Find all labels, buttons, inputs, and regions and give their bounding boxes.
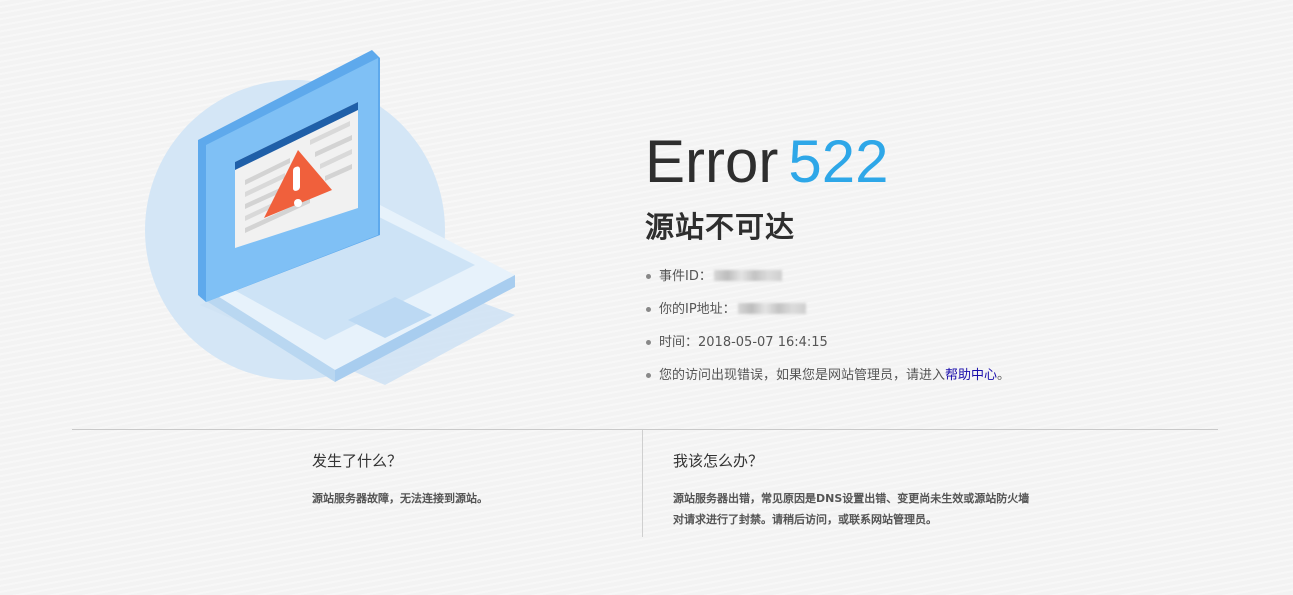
error-subtitle: 源站不可达 bbox=[645, 210, 796, 244]
what-to-do-panel: 我该怎么办？ 源站服务器出错，常见原因是DNS设置出错、变更尚未生效或源站防火墙… bbox=[673, 450, 1093, 530]
help-center-link[interactable]: 帮助中心 bbox=[945, 368, 997, 383]
what-to-do-heading: 我该怎么办？ bbox=[673, 452, 764, 470]
event-id-value bbox=[713, 270, 782, 281]
ip-address-value bbox=[737, 303, 806, 314]
error-info-list: 事件ID： 你的IP地址： 时间：2018-05-07 16:4:15 您的访问… bbox=[645, 260, 1205, 392]
what-happened-panel: 发生了什么？ 源站服务器故障，无法连接到源站。 bbox=[312, 450, 612, 509]
help-message-text: 您的访问出现错误，如果您是网站管理员，请进入 bbox=[659, 368, 946, 383]
what-to-do-line-1: 源站服务器出错，常见原因是DNS设置出错、变更尚未生效或源站防火墙 bbox=[673, 492, 1030, 505]
event-id-item: 事件ID： bbox=[645, 260, 1205, 293]
time-label: 时间： bbox=[659, 335, 699, 350]
what-happened-heading: 发生了什么？ bbox=[312, 452, 403, 470]
what-happened-text: 源站服务器故障，无法连接到源站。 bbox=[312, 492, 488, 505]
error-title: Error 522 bbox=[645, 128, 1205, 196]
error-word: Error bbox=[645, 128, 779, 195]
ip-address-item: 你的IP地址： bbox=[645, 293, 1205, 326]
time-item: 时间：2018-05-07 16:4:15 bbox=[645, 326, 1205, 359]
vertical-divider bbox=[642, 430, 643, 537]
ip-address-label: 你的IP地址： bbox=[659, 302, 736, 317]
error-summary: Error 522 源站不可达 事件ID： 你的IP地址： 时间：2018-05-… bbox=[645, 128, 1205, 392]
help-message-suffix: 。 bbox=[997, 368, 1011, 383]
error-code: 522 bbox=[788, 128, 889, 195]
event-id-label: 事件ID： bbox=[659, 269, 712, 284]
horizontal-divider bbox=[72, 429, 1218, 430]
what-to-do-text: 源站服务器出错，常见原因是DNS设置出错、变更尚未生效或源站防火墙 对请求进行了封… bbox=[673, 488, 1093, 530]
what-to-do-line-2: 对请求进行了封禁。请稍后访问，或联系网站管理员。 bbox=[673, 513, 937, 526]
laptop-warning-icon bbox=[145, 50, 515, 385]
help-message-item: 您的访问出现错误，如果您是网站管理员，请进入帮助中心。 bbox=[645, 359, 1205, 392]
time-value: 2018-05-07 16:4:15 bbox=[698, 335, 828, 350]
error-page: Error 522 源站不可达 事件ID： 你的IP地址： 时间：2018-05-… bbox=[0, 0, 1293, 595]
